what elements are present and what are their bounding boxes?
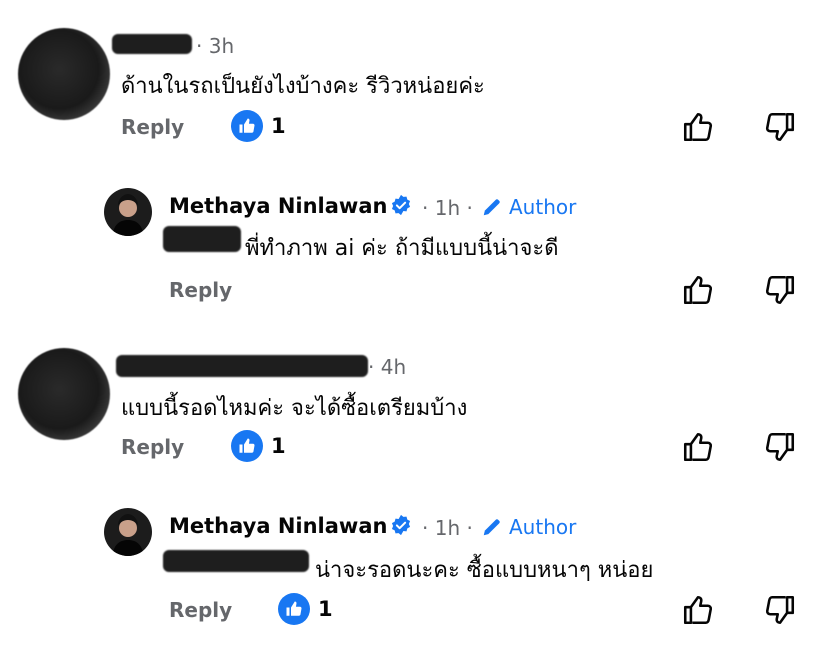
author-label: Author [509,515,577,539]
comment-1: · 3h ด้านในรถเป็นยังไงบ้างคะ รีวิวหน่อยค… [0,0,827,170]
person-photo [112,514,144,556]
reply-button[interactable]: Reply [169,598,232,622]
time-value: 1h [434,516,461,540]
reply-button[interactable]: Reply [169,278,232,302]
reply-1: Methaya Ninlawan · 1h · Author พี่ทำภาพ … [0,170,827,320]
reply-button[interactable]: Reply [121,115,184,139]
redacted-mention [163,550,309,572]
time-value: 1h [434,196,461,220]
author-label: Author [509,195,577,219]
comment-text: ด้านในรถเป็นยังไงบ้างคะ รีวิวหน่อยค่ะ [121,74,485,99]
like-thumb-icon [231,430,263,462]
pencil-icon [483,199,500,216]
thumbs-up-icon[interactable] [681,593,715,627]
avatar[interactable] [104,508,152,556]
person-photo [112,194,144,236]
reply-button[interactable]: Reply [121,435,184,459]
author-badge: Author [481,515,576,539]
avatar[interactable] [18,348,110,440]
reply-text: น่าจะรอดนะคะ ซื้อแบบหนาๆ หน่อย [315,558,654,583]
thumbs-down-icon[interactable] [763,430,797,464]
time-value: 4h [380,355,407,379]
thumbs-up-icon[interactable] [681,273,715,307]
reply-time: · 1h · [422,516,473,540]
reply-text: พี่ทำภาพ ai ค่ะ ถ้ามีแบบนี้น่าจะดี [245,236,559,261]
thumbs-down-icon[interactable] [763,110,797,144]
like-count: 1 [318,597,333,621]
redacted-mention [163,226,241,252]
avatar[interactable] [104,188,152,236]
time-value: 3h [208,34,235,58]
like-count: 1 [271,434,286,458]
reply-2: Methaya Ninlawan · 1h · Author น่าจะรอดน… [0,490,827,661]
like-thumb-icon [231,110,263,142]
avatar[interactable] [18,28,110,120]
comment-time: · 3h [196,34,235,58]
thumbs-up-icon[interactable] [681,110,715,144]
reply-time: · 1h · [422,196,473,220]
like-summary[interactable]: 1 [278,593,333,625]
like-count: 1 [271,114,286,138]
redacted-author-name [112,34,192,54]
author-name[interactable]: Methaya Ninlawan [169,514,387,538]
thumbs-down-icon[interactable] [763,593,797,627]
like-summary[interactable]: 1 [231,430,286,462]
author-badge: Author [481,195,576,219]
thumbs-up-icon[interactable] [681,430,715,464]
redacted-author-name [116,355,368,377]
thumbs-down-icon[interactable] [763,273,797,307]
like-summary[interactable]: 1 [231,110,286,142]
comment-time: · 4h [368,355,407,379]
verified-badge-icon [391,514,411,536]
comment-text: แบบนี้รอดไหมค่ะ จะได้ซื้อเตรียมบ้าง [121,396,468,421]
comment-2: · 4h แบบนี้รอดไหมค่ะ จะได้ซื้อเตรียมบ้าง… [0,320,827,490]
like-thumb-icon [278,593,310,625]
verified-badge-icon [391,194,411,216]
author-name[interactable]: Methaya Ninlawan [169,194,387,218]
pencil-icon [483,519,500,536]
